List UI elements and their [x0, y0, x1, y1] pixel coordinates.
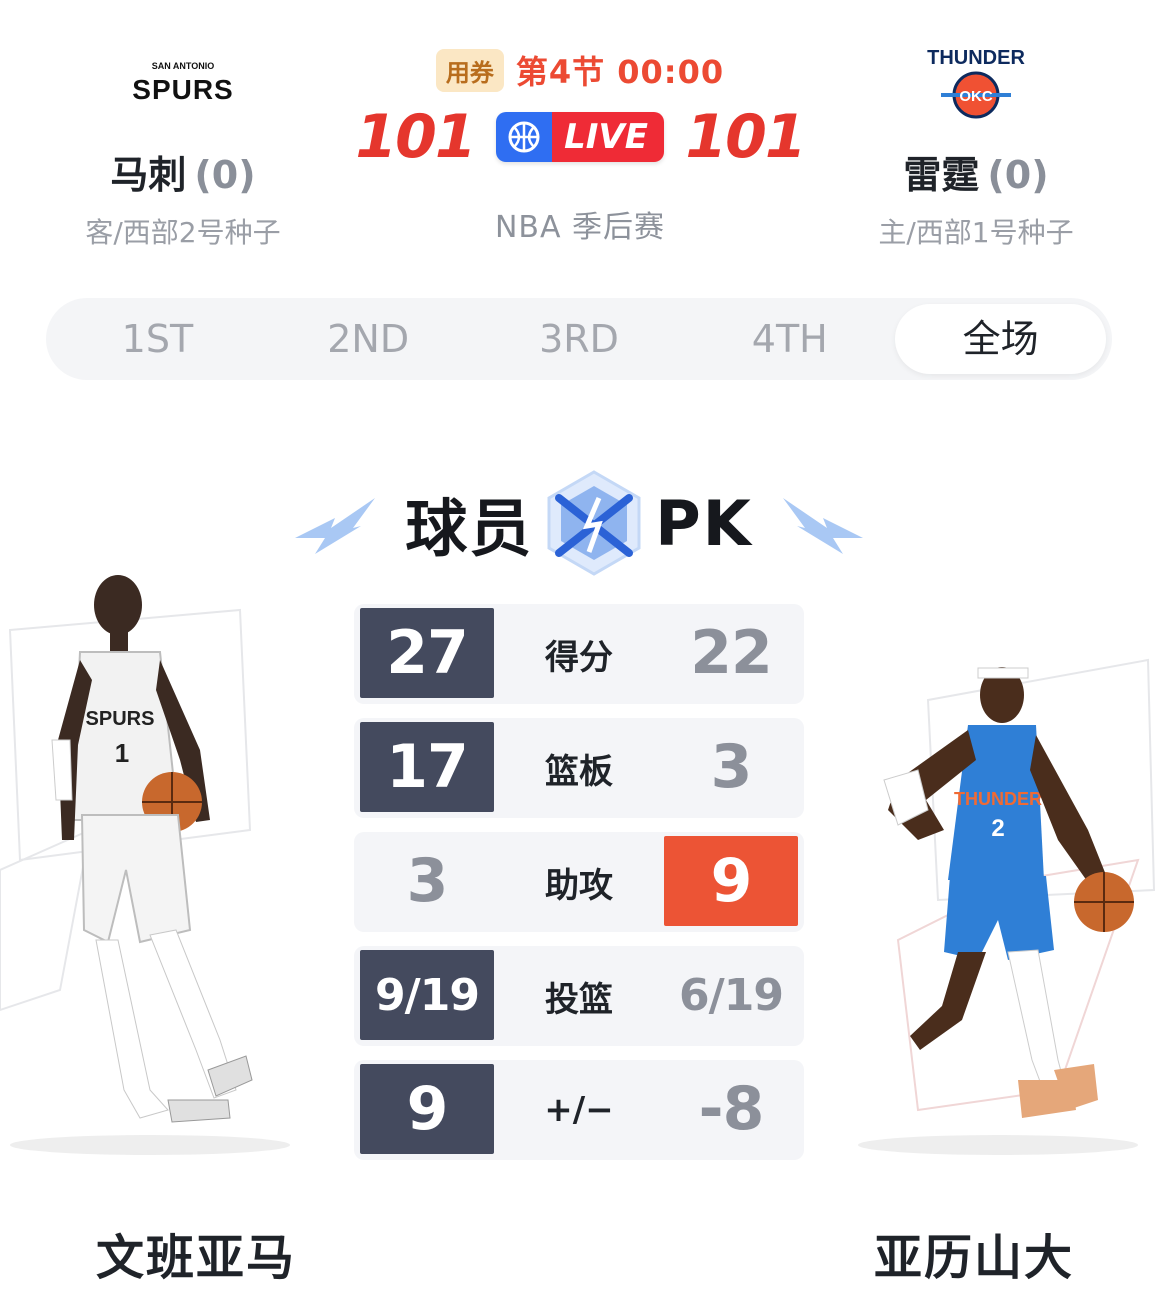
right-player-stat-value: 3	[710, 732, 753, 802]
away-team-name-text: 马刺	[110, 153, 187, 197]
scoreboard: 用券 第4节 00:00 101 LIVE 101 NBA 季后赛	[350, 48, 810, 246]
stat-row: 17 篮板 3	[354, 718, 804, 818]
left-player-image: SPURS 1	[0, 575, 290, 1155]
lightning-left-icon	[295, 498, 376, 554]
coupon-button[interactable]: 用券	[435, 48, 504, 92]
away-team-name: 马刺 (0)	[33, 144, 333, 199]
spurs-logo: SAN ANTONIO SPURS	[33, 40, 333, 130]
right-player-stat-value: -8	[698, 1074, 765, 1144]
left-player-stat-value: 17	[360, 722, 494, 812]
player-pk-title: 球员 PK	[0, 468, 1158, 578]
right-player-stat-value: 22	[690, 618, 773, 688]
away-team[interactable]: SAN ANTONIO SPURS 马刺 (0) 客/西部2号种子	[33, 40, 333, 251]
left-player-stat-value: 3	[406, 846, 449, 916]
tab-1st[interactable]: 1ST	[52, 304, 263, 374]
basketball-icon	[496, 112, 553, 162]
right-player-name[interactable]: 亚历山大	[874, 1218, 1074, 1288]
stats-comparison: 27 得分 22 17 篮板 3 3 助攻 9 9/19 投篮 6/19 9 +/− -8	[354, 604, 804, 1174]
home-team-seed: 主/西部1号种子	[878, 216, 1074, 249]
stat-row: 9/19 投篮 6/19	[354, 946, 804, 1046]
svg-text:SPURS: SPURS	[132, 74, 233, 105]
stat-row: 27 得分 22	[354, 604, 804, 704]
left-player-name[interactable]: 文班亚马	[96, 1218, 296, 1288]
versus-emblem-icon	[547, 470, 641, 576]
right-player-stat-value: 9	[664, 836, 798, 926]
lightning-right-icon	[782, 498, 863, 554]
stat-label: 得分	[545, 637, 613, 678]
away-team-record: (0)	[194, 153, 256, 197]
league-label: NBA 季后赛	[494, 210, 666, 245]
svg-text:SAN ANTONIO: SAN ANTONIO	[152, 61, 215, 71]
stat-row: 3 助攻 9	[354, 832, 804, 932]
svg-text:SPURS: SPURS	[86, 708, 155, 730]
home-team-name-text: 雷霆	[903, 153, 980, 197]
stat-label: +/−	[544, 1090, 614, 1130]
tab-2nd[interactable]: 2ND	[263, 304, 474, 374]
stat-label: 篮板	[545, 751, 613, 792]
svg-text:THUNDER: THUNDER	[927, 47, 1025, 69]
tab-3rd[interactable]: 3RD	[474, 304, 685, 374]
left-player-stat-value: 27	[360, 608, 494, 698]
stat-row: 9 +/− -8	[354, 1060, 804, 1160]
left-player-stat-value: 9	[360, 1064, 494, 1154]
live-button[interactable]: LIVE	[496, 112, 664, 162]
live-label: LIVE	[552, 112, 664, 162]
home-team-record: (0)	[987, 153, 1049, 197]
stat-label: 投篮	[545, 979, 613, 1020]
home-team-name: 雷霆 (0)	[826, 144, 1126, 199]
away-score: 101	[355, 102, 476, 172]
period-tabs: 1ST 2ND 3RD 4TH 全场	[46, 298, 1112, 380]
right-player-stat-value: 6/19	[679, 969, 784, 1021]
tab-full-game[interactable]: 全场	[895, 304, 1106, 374]
tab-4th[interactable]: 4TH	[684, 304, 895, 374]
svg-text:THUNDER: THUNDER	[954, 789, 1042, 809]
svg-text:1: 1	[115, 738, 129, 768]
pk-title-right: PK	[655, 486, 753, 560]
svg-text:OKC: OKC	[959, 88, 993, 105]
left-player-stat-value: 9/19	[360, 950, 494, 1040]
pk-title-left: 球员	[405, 492, 534, 565]
right-player-image: THUNDER 2	[858, 658, 1156, 1155]
away-team-seed: 客/西部2号种子	[85, 216, 281, 249]
stat-label: 助攻	[545, 865, 613, 906]
home-score: 101	[685, 102, 806, 172]
thunder-logo: THUNDER OKC	[826, 40, 1126, 130]
svg-text:2: 2	[991, 815, 1004, 842]
game-period-clock: 第4节 00:00	[515, 53, 725, 91]
home-team[interactable]: THUNDER OKC 雷霆 (0) 主/西部1号种子	[826, 40, 1126, 251]
